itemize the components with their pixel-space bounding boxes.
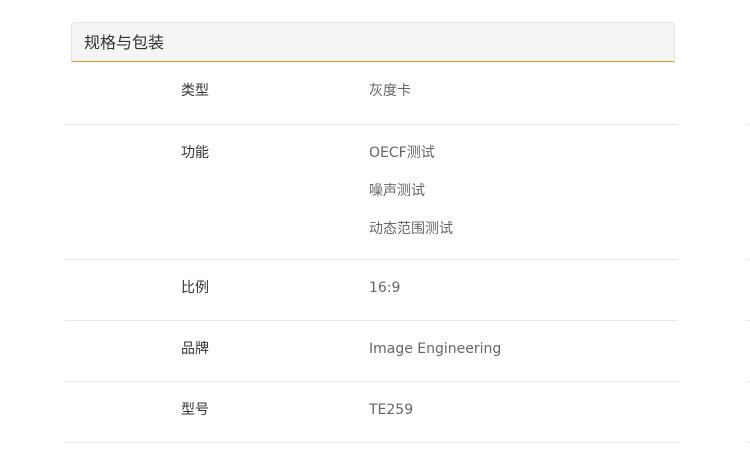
spec-row-model: 型号 TE259 [65, 382, 678, 443]
spec-value: OECF测试 [369, 145, 435, 161]
spec-row-function: 功能 OECF测试 噪声测试 动态范围测试 [65, 125, 678, 260]
spec-value: 灰度卡 [369, 83, 411, 99]
spec-row-brand: 品牌 Image Engineering [65, 321, 678, 382]
spec-row-ratio: 比例 16:9 [65, 260, 678, 321]
spec-row-type: 类型 灰度卡 [65, 63, 678, 125]
spec-label: 型号 [181, 402, 209, 418]
spec-label: 品牌 [181, 341, 209, 357]
spec-value: Image Engineering [369, 341, 502, 357]
spec-value: 16:9 [369, 280, 401, 296]
section-header: 规格与包装 [71, 22, 675, 62]
spec-values: Image Engineering [369, 340, 501, 378]
spec-label: 比例 [181, 280, 209, 296]
spec-label: 类型 [181, 83, 209, 99]
section-title: 规格与包装 [84, 33, 165, 52]
spec-values: 16:9 [369, 279, 400, 317]
spec-value: TE259 [369, 402, 414, 418]
spec-page: 规格与包装 类型 灰度卡 功能 OECF测试 噪声测试 动态范围测试 比例 16… [0, 0, 750, 451]
spec-value: 噪声测试 [369, 183, 425, 199]
spec-value: 动态范围测试 [369, 221, 453, 237]
spec-values: TE259 [369, 401, 413, 439]
spec-values: 灰度卡 [369, 82, 411, 120]
spec-values: OECF测试 噪声测试 动态范围测试 [369, 144, 453, 258]
spec-table: 类型 灰度卡 功能 OECF测试 噪声测试 动态范围测试 比例 16:9 品牌 … [65, 63, 678, 443]
spec-label: 功能 [181, 145, 209, 161]
